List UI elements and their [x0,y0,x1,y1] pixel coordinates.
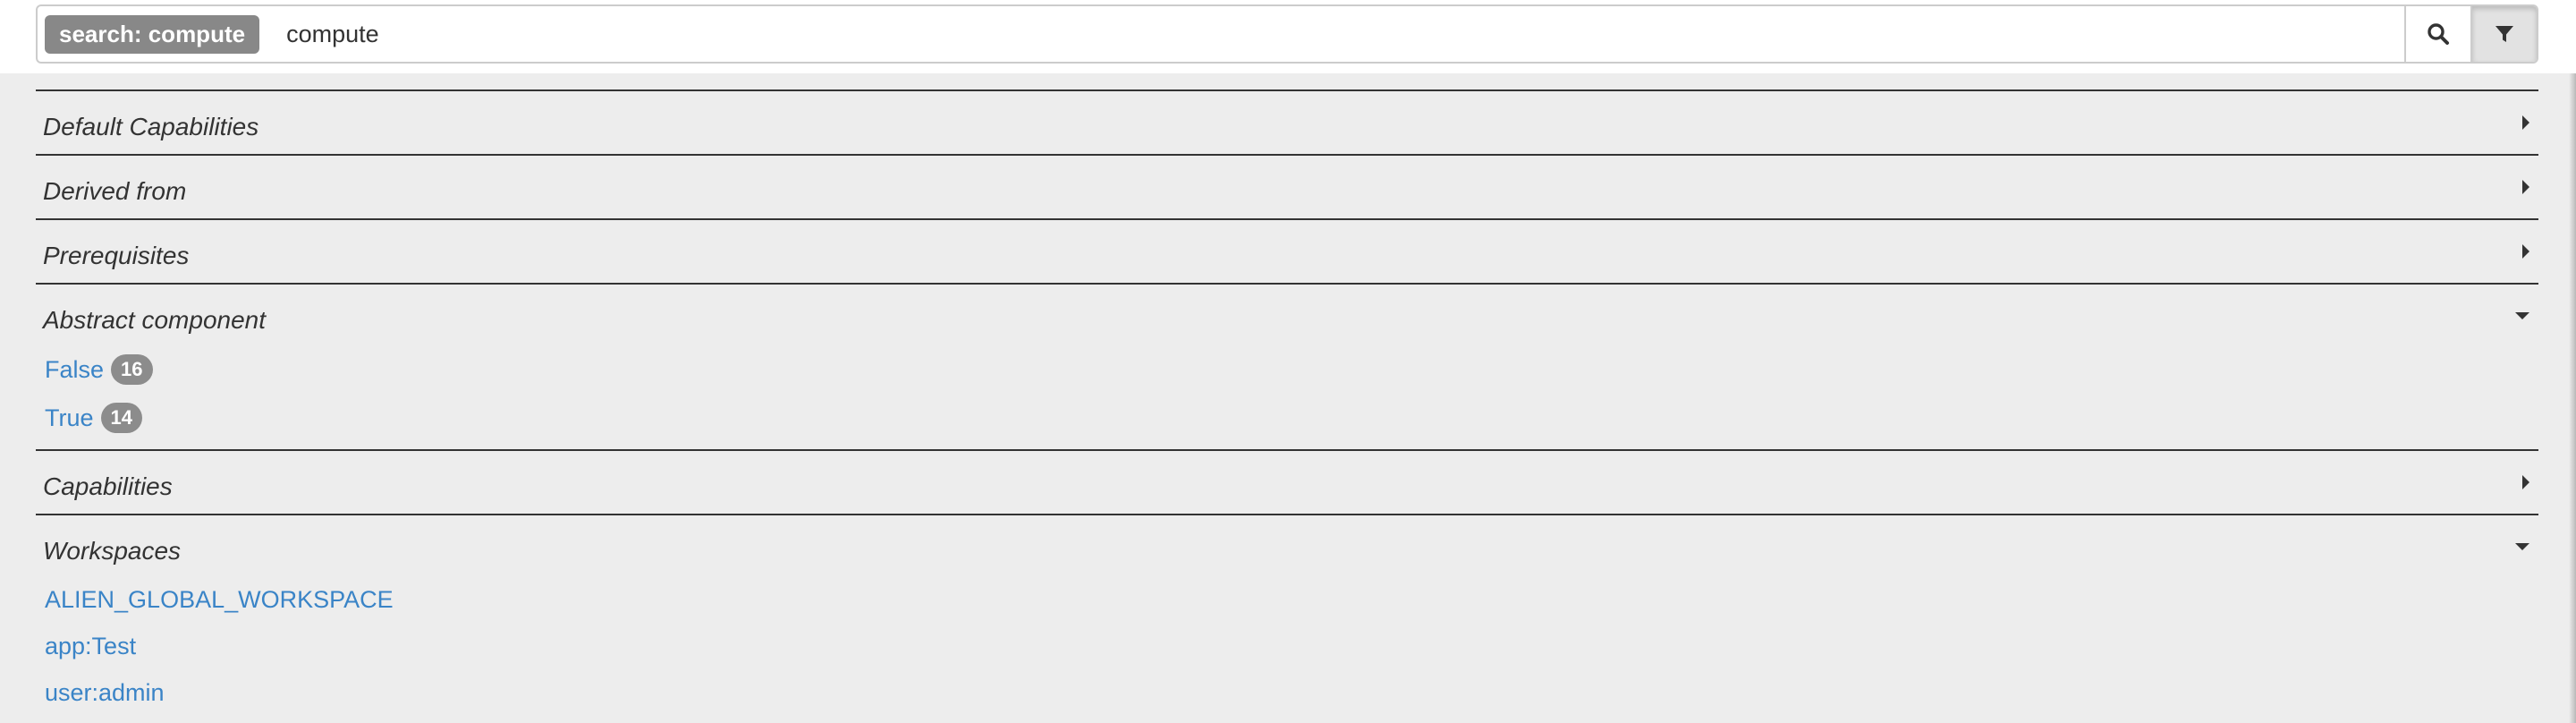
facet-title: Capabilities [43,472,173,500]
list-item: False 16 [45,345,2529,394]
facet-header-prerequisites[interactable]: Prerequisites [36,220,2538,283]
search-button[interactable] [2404,6,2470,62]
caret-right-icon [2522,115,2529,130]
facet-abstract-component: Abstract component False 16 True 14 [36,283,2538,449]
count-badge: 16 [111,354,153,385]
caret-right-icon [2522,244,2529,259]
facet-workspaces: Workspaces ALIEN_GLOBAL_WORKSPACE app:Te… [36,514,2538,723]
list-item: ALIEN_GLOBAL_WORKSPACE [45,576,2529,623]
facet-option-false[interactable]: False [45,356,104,384]
facet-prerequisites: Prerequisites [36,218,2538,283]
facet-title: Default Capabilities [43,113,259,140]
facet-header-workspaces[interactable]: Workspaces [36,515,2538,578]
facet-header-capabilities[interactable]: Capabilities [36,451,2538,514]
facet-items: False 16 True 14 [36,345,2538,449]
facet-title: Derived from [43,177,187,205]
filter-icon [2496,26,2513,42]
search-input[interactable] [259,6,2404,62]
facet-title: Abstract component [43,306,267,334]
list-item: user:admin [45,669,2529,716]
facet-default-capabilities: Default Capabilities [36,89,2538,154]
facet-title: Prerequisites [43,242,190,269]
scroll-edge-shadow [2569,73,2576,723]
filter-toggle-button[interactable] [2470,6,2537,62]
search-group: search: compute [36,4,2538,64]
facet-capabilities: Capabilities [36,449,2538,514]
caret-down-icon [2515,543,2529,550]
facet-option-true[interactable]: True [45,404,94,432]
list-item: app:Test [45,623,2529,669]
count-badge: 14 [100,403,142,433]
facet-derived-from: Derived from [36,154,2538,218]
facet-header-default-capabilities[interactable]: Default Capabilities [36,91,2538,154]
search-icon [2428,23,2449,45]
facet-list: Default Capabilities Derived from Prereq… [36,89,2538,723]
facet-option-user-admin[interactable]: user:admin [45,679,165,707]
facet-title: Workspaces [43,537,182,565]
caret-right-icon [2522,180,2529,194]
facet-items: ALIEN_GLOBAL_WORKSPACE app:Test user:adm… [36,576,2538,723]
facet-header-abstract-component[interactable]: Abstract component [36,285,2538,347]
facet-option-app-test[interactable]: app:Test [45,633,136,660]
search-filter-tag[interactable]: search: compute [45,14,260,54]
search-bar: search: compute [0,0,2576,73]
facet-option-alien-global-workspace[interactable]: ALIEN_GLOBAL_WORKSPACE [45,586,394,614]
list-item: True 14 [45,394,2529,442]
caret-down-icon [2515,312,2529,319]
caret-right-icon [2522,475,2529,489]
facet-header-derived-from[interactable]: Derived from [36,156,2538,218]
